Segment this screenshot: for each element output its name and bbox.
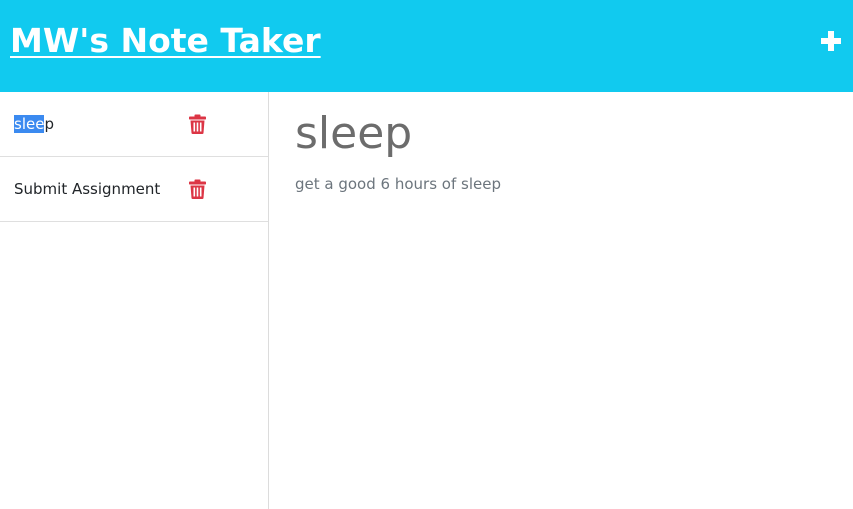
app-title-link[interactable]: MW's Note Taker (10, 20, 321, 62)
delete-note-button[interactable] (189, 179, 206, 199)
note-title-field[interactable]: sleep (295, 106, 412, 162)
selected-text: slee (14, 115, 45, 133)
note-list-item[interactable]: sleep (0, 92, 268, 157)
trash-icon (189, 114, 206, 134)
trash-icon (189, 179, 206, 199)
note-list-item-title: sleep (14, 114, 54, 134)
note-list-item[interactable]: Submit Assignment (0, 157, 268, 222)
note-editor: sleep get a good 6 hours of sleep (269, 92, 853, 509)
note-list-item-title: Submit Assignment (14, 180, 161, 198)
delete-note-button[interactable] (189, 114, 206, 134)
unselected-text: p (44, 115, 54, 133)
notes-sidebar: sleep Submit Assignment (0, 92, 269, 509)
navbar: MW's Note Taker (0, 0, 853, 92)
plus-icon (821, 31, 841, 51)
new-note-button[interactable] (816, 26, 846, 56)
note-text-field[interactable]: get a good 6 hours of sleep (295, 174, 501, 194)
